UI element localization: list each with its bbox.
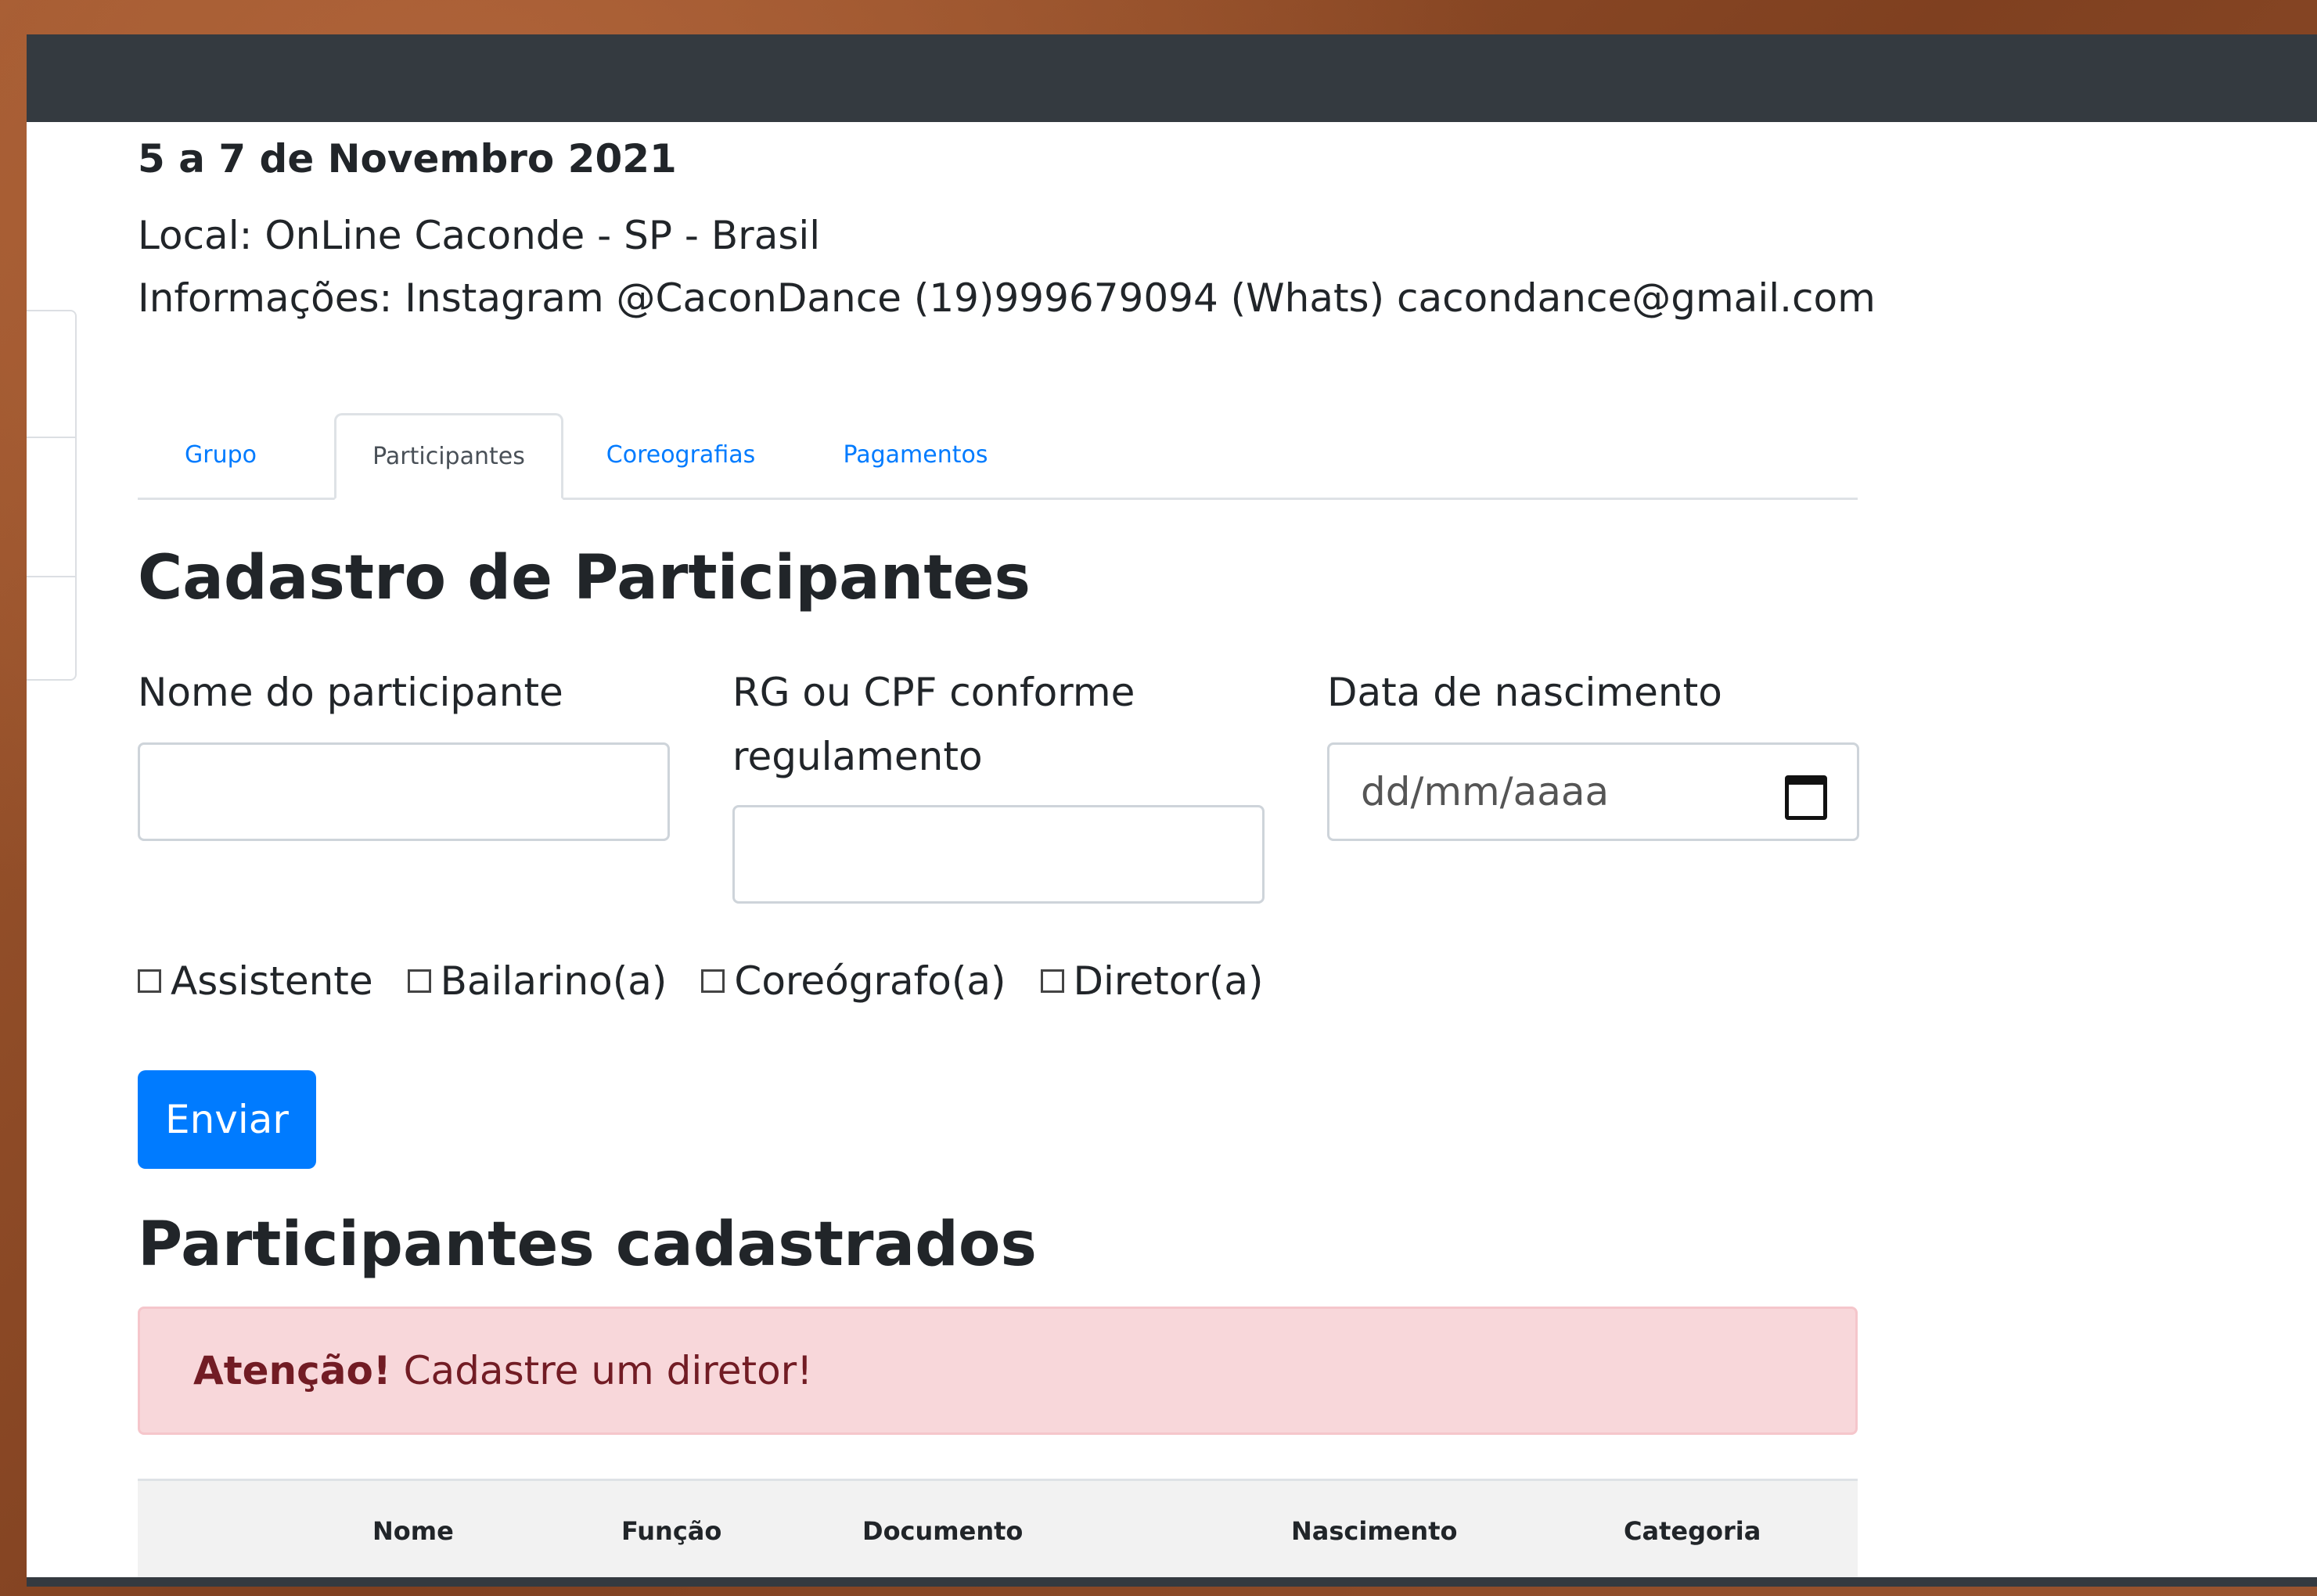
role-label: Assistente <box>171 958 373 1004</box>
top-navbar <box>27 34 2317 122</box>
calendar-icon[interactable] <box>1783 771 1827 820</box>
tabs-nav: Grupo Participantes Coreografias Pagamen… <box>138 379 1858 500</box>
participants-table-header: Nome Função Documento Nascimento Categor… <box>138 1479 1858 1581</box>
alert-strong: Atenção! <box>193 1348 391 1393</box>
bottom-bar <box>27 1577 2317 1587</box>
name-label: Nome do participante <box>138 670 563 715</box>
column-header-documento: Documento <box>862 1516 1024 1546</box>
role-bailarino[interactable]: Bailarino(a) <box>407 958 667 1004</box>
column-header-funcao: Função <box>621 1516 722 1546</box>
checkbox[interactable] <box>138 969 161 993</box>
birthdate-label: Data de nascimento <box>1327 670 1722 715</box>
column-header-nome: Nome <box>372 1516 454 1546</box>
event-local: Local: OnLine Caconde - SP - Brasil <box>138 213 821 258</box>
role-label: Coreógrafo(a) <box>734 958 1006 1004</box>
role-diretor[interactable]: Diretor(a) <box>1040 958 1264 1004</box>
browser-window: 5 a 7 de Novembro 2021 Local: OnLine Cac… <box>27 34 2317 1587</box>
form-title: Cadastro de Participantes <box>138 543 1031 613</box>
side-menu-card <box>27 310 77 681</box>
event-date: 5 a 7 de Novembro 2021 <box>138 136 677 182</box>
tab-participantes[interactable]: Participantes <box>334 413 563 500</box>
side-menu-divider <box>27 576 75 577</box>
checkbox[interactable] <box>1040 969 1064 993</box>
side-menu-divider <box>27 437 75 438</box>
checkbox[interactable] <box>701 969 725 993</box>
role-checkboxes: Assistente Bailarino(a) Coreógrafo(a) Di… <box>138 950 1298 1012</box>
column-header-nascimento: Nascimento <box>1291 1516 1458 1546</box>
name-input[interactable] <box>138 742 670 841</box>
role-label: Bailarino(a) <box>440 958 667 1004</box>
role-assistente[interactable]: Assistente <box>138 958 373 1004</box>
alert-text: Cadastre um diretor! <box>403 1348 813 1393</box>
tab-grupo[interactable]: Grupo <box>138 413 304 496</box>
warning-alert: Atenção! Cadastre um diretor! <box>138 1307 1858 1435</box>
tab-pagamentos[interactable]: Pagamentos <box>798 413 1033 496</box>
document-label: RG ou CPF conforme regulamento <box>732 670 1135 779</box>
birthdate-input[interactable]: dd/mm/aaaa <box>1327 742 1859 841</box>
event-contact-info: Informações: Instagram @CaconDance (19)9… <box>138 275 1876 321</box>
role-label: Diretor(a) <box>1073 958 1264 1004</box>
birthdate-placeholder: dd/mm/aaaa <box>1361 769 1610 814</box>
column-header-categoria: Categoria <box>1624 1516 1761 1546</box>
role-coreografo[interactable]: Coreógrafo(a) <box>701 958 1006 1004</box>
tab-coreografias[interactable]: Coreografias <box>563 413 798 496</box>
document-input[interactable] <box>732 805 1265 904</box>
checkbox[interactable] <box>407 969 431 993</box>
registered-title: Participantes cadastrados <box>138 1210 1037 1280</box>
submit-button[interactable]: Enviar <box>138 1070 316 1169</box>
